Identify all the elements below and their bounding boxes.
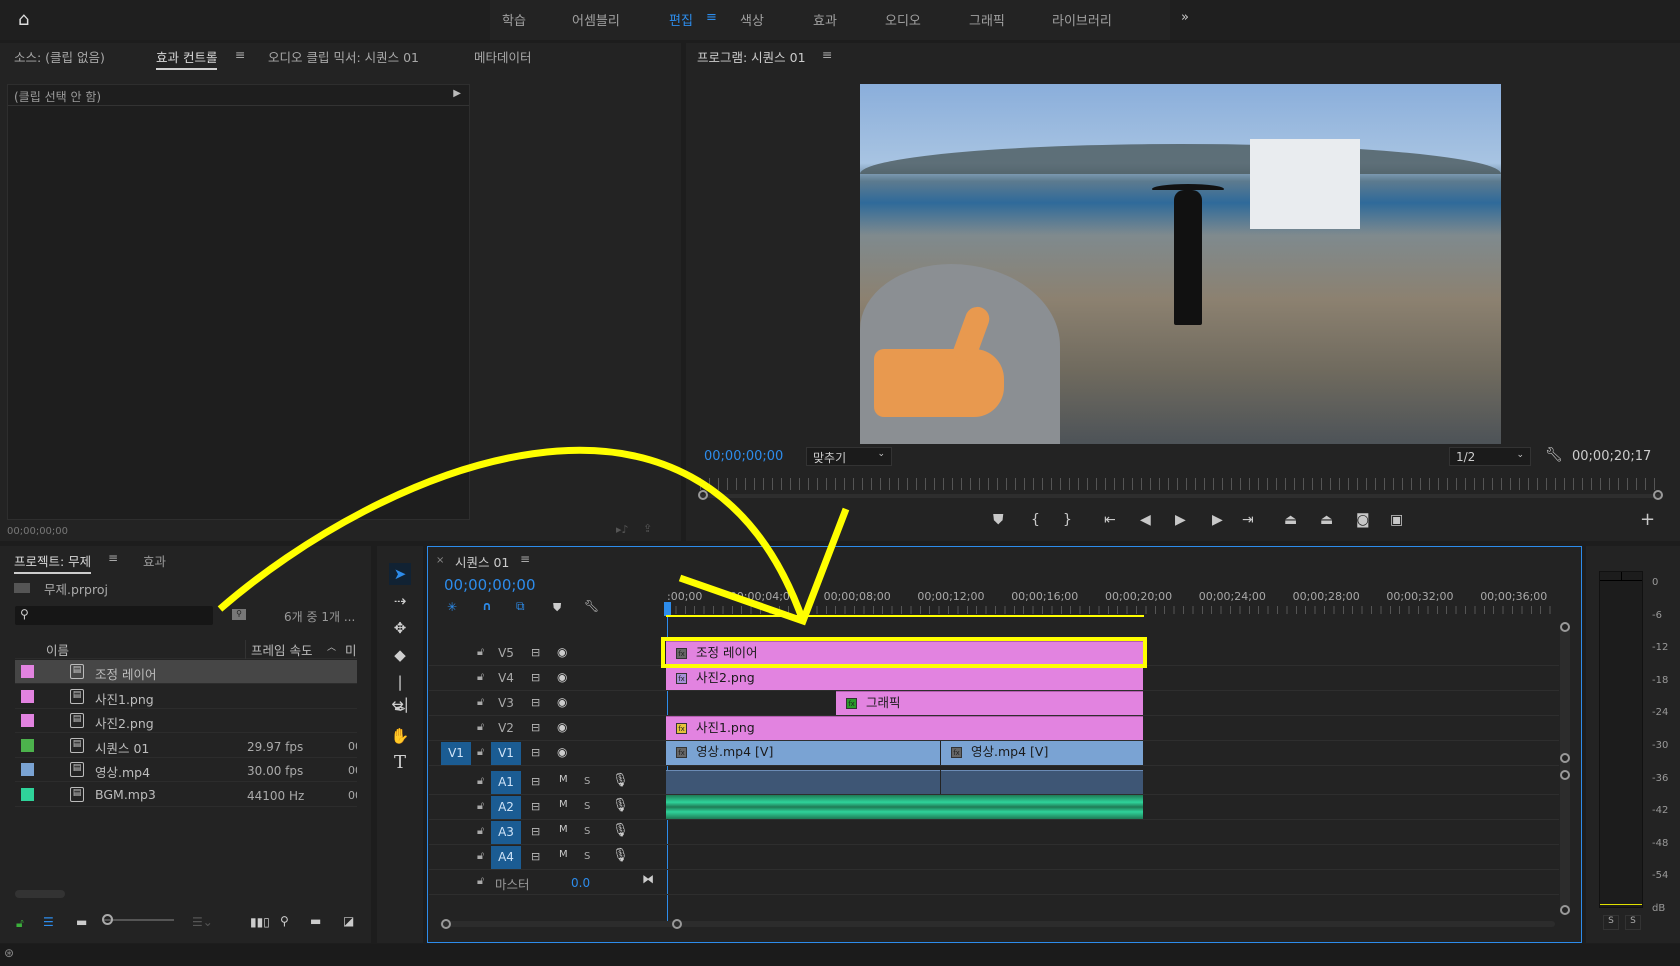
annotation-curve [217,446,807,623]
annotation-arrowhead [678,507,850,626]
annotation-arrow [217,446,850,626]
